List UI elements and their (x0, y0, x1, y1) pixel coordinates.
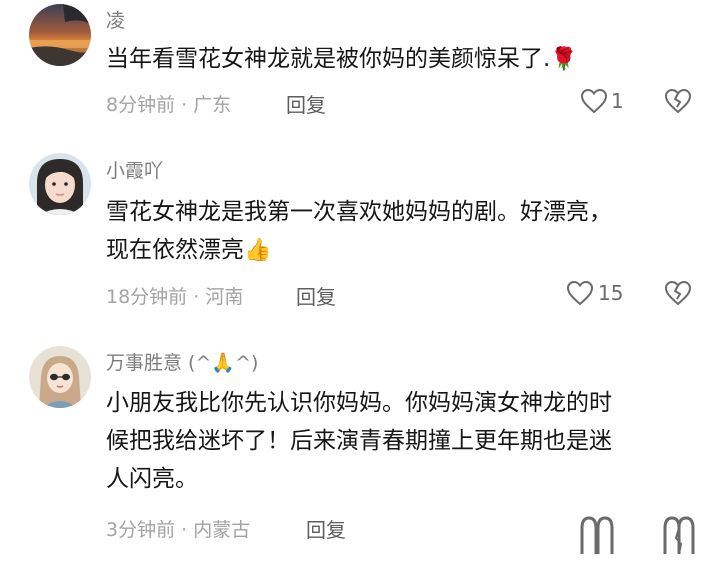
location: 河南 (205, 286, 244, 308)
heart-outline-icon (566, 280, 594, 306)
like-button[interactable] (578, 514, 616, 558)
avatar[interactable] (29, 4, 91, 66)
broken-heart-icon (664, 280, 692, 306)
comment-line: 小朋友我比你先认识你妈妈。你妈妈演女神龙的时 (106, 390, 612, 416)
avatar[interactable] (29, 346, 91, 408)
username-suffix: ^) (235, 352, 259, 374)
username[interactable]: 小霞吖 (106, 156, 163, 183)
reply-button[interactable]: 回复 (296, 281, 336, 310)
like-button[interactable] (566, 280, 594, 310)
heart-outline-icon (580, 516, 614, 554)
comment-line: 雪花女神龙是我第一次喜欢她妈妈的剧。好漂亮， (106, 199, 612, 225)
dislike-button[interactable] (664, 280, 692, 310)
comment-line: 现在依然漂亮👍 (106, 231, 696, 270)
comment-text: 雪花女神龙是我第一次喜欢她妈妈的剧。好漂亮， 现在依然漂亮👍 (106, 193, 696, 270)
comment-line: 候把我给迷坏了！后来演青春期撞上更年期也是迷 (106, 428, 612, 454)
meta-separator: · (175, 94, 194, 116)
avatar-cartoon-image (29, 346, 91, 408)
broken-heart-icon (663, 516, 695, 555)
timestamp: 8分钟前 (106, 94, 176, 116)
comment-line: 人闪亮。 (106, 466, 198, 492)
username[interactable]: 凌 (106, 6, 125, 33)
comment-line-text: 当年看雪花女神龙就是被你妈的美颜惊呆了. (106, 46, 551, 72)
timestamp: 3分钟前 (106, 519, 176, 541)
comment-meta: 18分钟前 · 河南 (106, 282, 243, 309)
meta-separator: · (175, 519, 194, 541)
heart-outline-icon (580, 88, 608, 114)
username-text: 万事胜意 (106, 352, 183, 374)
meta-separator: · (187, 286, 206, 308)
location: 广东 (193, 94, 232, 116)
dislike-button[interactable] (662, 514, 696, 558)
comment-line: 当年看雪花女神龙就是被你妈的美颜惊呆了.🌹 (106, 40, 696, 79)
reply-button[interactable]: 回复 (306, 514, 346, 543)
timestamp: 18分钟前 (106, 286, 188, 308)
like-count: 15 (598, 281, 624, 305)
dislike-button[interactable] (664, 88, 692, 118)
praying-hands-emoji: 🙏 (211, 352, 236, 374)
comment-text: 当年看雪花女神龙就是被你妈的美颜惊呆了.🌹 (106, 40, 696, 79)
avatar[interactable] (29, 153, 91, 215)
like-count: 1 (611, 89, 624, 113)
username[interactable]: 万事胜意 (^🙏^) (106, 348, 258, 375)
like-button[interactable] (580, 88, 608, 118)
comment-meta: 8分钟前 · 广东 (106, 90, 231, 117)
reply-button[interactable]: 回复 (286, 89, 326, 118)
location: 内蒙古 (193, 519, 251, 541)
thumbs-up-emoji: 👍 (244, 238, 272, 263)
username-suffix: (^ (182, 352, 212, 374)
broken-heart-icon (664, 88, 692, 114)
comment-meta: 3分钟前 · 内蒙古 (106, 515, 250, 542)
comment-line-text: 现在依然漂亮 (106, 237, 244, 263)
comment-text: 小朋友我比你先认识你妈妈。你妈妈演女神龙的时 候把我给迷坏了！后来演青春期撞上更… (106, 384, 696, 498)
avatar-girl-image (29, 153, 91, 215)
avatar-sunset-image (29, 4, 91, 66)
rose-emoji: 🌹 (550, 47, 578, 72)
